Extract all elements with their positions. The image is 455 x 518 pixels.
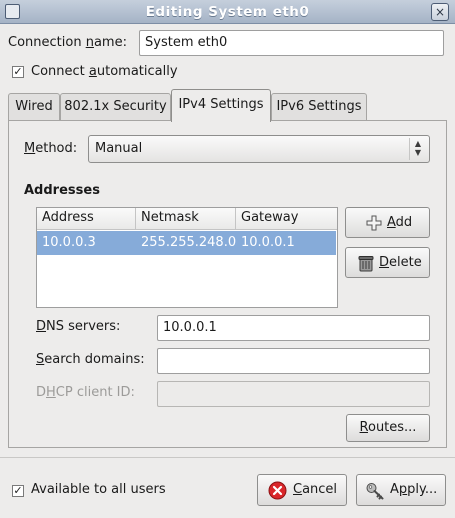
add-button-label: Add bbox=[387, 215, 413, 230]
connect-automatically-checkbox[interactable]: ✓ bbox=[12, 66, 24, 78]
available-to-all-users-checkbox[interactable]: ✓ bbox=[12, 485, 24, 497]
connection-name-input[interactable]: System eth0 bbox=[139, 30, 444, 56]
cell-gateway[interactable]: 10.0.0.1 bbox=[236, 231, 295, 255]
dns-servers-input[interactable]: 10.0.0.1 bbox=[157, 315, 430, 341]
addresses-heading: Addresses bbox=[24, 183, 100, 198]
connect-automatically-label: Connect automatically bbox=[31, 64, 178, 79]
apply-button-label: Apply... bbox=[390, 482, 438, 497]
column-header-gateway[interactable]: Gateway bbox=[236, 208, 337, 230]
tab-ipv6-settings[interactable]: IPv6 Settings bbox=[271, 93, 367, 120]
cancel-button[interactable]: Cancel bbox=[257, 474, 347, 506]
tab-ipv4-settings[interactable]: IPv4 Settings bbox=[171, 89, 271, 122]
delete-button[interactable]: Delete bbox=[345, 247, 430, 278]
column-header-address[interactable]: Address bbox=[37, 208, 136, 230]
close-icon[interactable]: × bbox=[431, 3, 449, 21]
routes-button[interactable]: Routes... bbox=[346, 414, 430, 442]
dhcp-client-id-input bbox=[157, 381, 430, 407]
search-domains-label: Search domains: bbox=[36, 352, 145, 367]
available-to-all-users-label: Available to all users bbox=[31, 482, 166, 497]
trash-icon bbox=[357, 254, 375, 272]
dhcp-client-id-label: DHCP client ID: bbox=[36, 385, 135, 400]
window-title: Editing System eth0 bbox=[145, 4, 310, 20]
apply-button[interactable]: Apply... bbox=[356, 474, 446, 506]
footer-separator bbox=[0, 457, 455, 458]
add-button[interactable]: Add bbox=[345, 207, 430, 238]
key-icon bbox=[365, 481, 385, 501]
cancel-icon bbox=[268, 481, 287, 500]
cell-netmask[interactable]: 255.255.248.0 bbox=[136, 231, 236, 255]
connection-name-label: Connection name: bbox=[8, 35, 127, 50]
method-combobox[interactable]: Manual ▲ ▼ bbox=[88, 135, 430, 163]
method-label: Method: bbox=[24, 141, 78, 156]
cell-address[interactable]: 10.0.0.3 bbox=[37, 231, 96, 255]
up-down-arrows-icon: ▲ ▼ bbox=[414, 139, 422, 157]
search-domains-input[interactable] bbox=[157, 348, 430, 374]
cancel-button-label: Cancel bbox=[293, 482, 338, 497]
delete-button-label: Delete bbox=[379, 255, 422, 270]
plus-icon bbox=[366, 215, 382, 231]
dns-servers-label: DNS servers: bbox=[36, 319, 121, 334]
tab-802-1x-security[interactable]: 802.1x Security bbox=[60, 93, 171, 120]
column-header-netmask[interactable]: Netmask bbox=[136, 208, 236, 230]
tab-wired[interactable]: Wired bbox=[8, 93, 60, 120]
method-value: Manual bbox=[95, 141, 143, 156]
